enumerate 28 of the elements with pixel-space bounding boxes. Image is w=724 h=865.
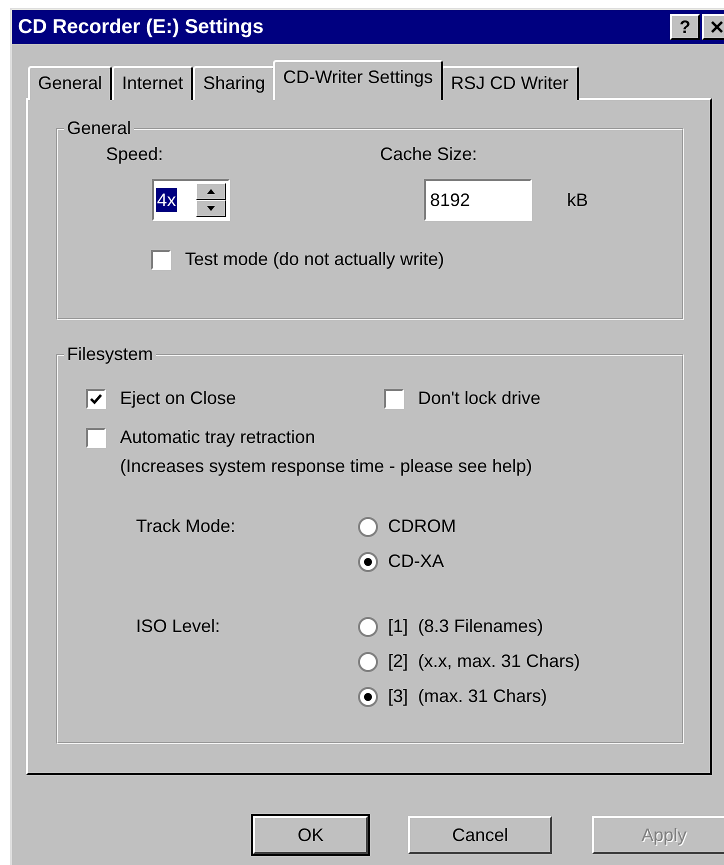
cache-size-field[interactable]: 8192 xyxy=(424,179,532,221)
tab[interactable]: Internet xyxy=(112,66,194,100)
speed-label: Speed: xyxy=(106,144,164,165)
checkbox-label: Automatic tray retraction xyxy=(120,427,316,448)
cache-size-label: Cache Size: xyxy=(380,144,478,165)
section-label: Track Mode: xyxy=(136,515,236,538)
tab[interactable]: RSJ CD Writer xyxy=(440,66,579,100)
checkbox-label: Eject on Close xyxy=(120,388,236,409)
checkbox-label: Don't lock drive xyxy=(418,388,540,409)
radio-label: [3] (max. 31 Chars) xyxy=(388,686,548,707)
tab[interactable]: General xyxy=(28,66,112,100)
help-note: (Increases system response time - please see help) xyxy=(120,456,534,477)
radio-label: [1] (8.3 Filenames) xyxy=(388,616,544,637)
speed-value: 4x xyxy=(156,188,178,212)
tab[interactable]: Sharing xyxy=(193,66,276,100)
help-button[interactable]: ? xyxy=(670,14,700,40)
window-title: CD Recorder (E:) Settings xyxy=(18,16,265,38)
dialog-button[interactable]: Cancel xyxy=(408,816,552,854)
radio-label: [2] (x.x, max. 31 Chars) xyxy=(388,651,580,672)
tab[interactable]: CD-Writer Settings xyxy=(273,60,443,100)
group-title: Filesystem xyxy=(64,344,156,365)
radio-label: CDROM xyxy=(388,516,456,537)
checkbox-label: Test mode (do not actually write) xyxy=(185,249,444,270)
unit-label: kB xyxy=(567,190,588,210)
section-label: ISO Level: xyxy=(136,615,222,638)
dialog-button[interactable]: OK xyxy=(253,816,368,854)
radio-label: CD-XA xyxy=(388,551,444,572)
speed-spinner[interactable]: 4x xyxy=(152,179,230,221)
